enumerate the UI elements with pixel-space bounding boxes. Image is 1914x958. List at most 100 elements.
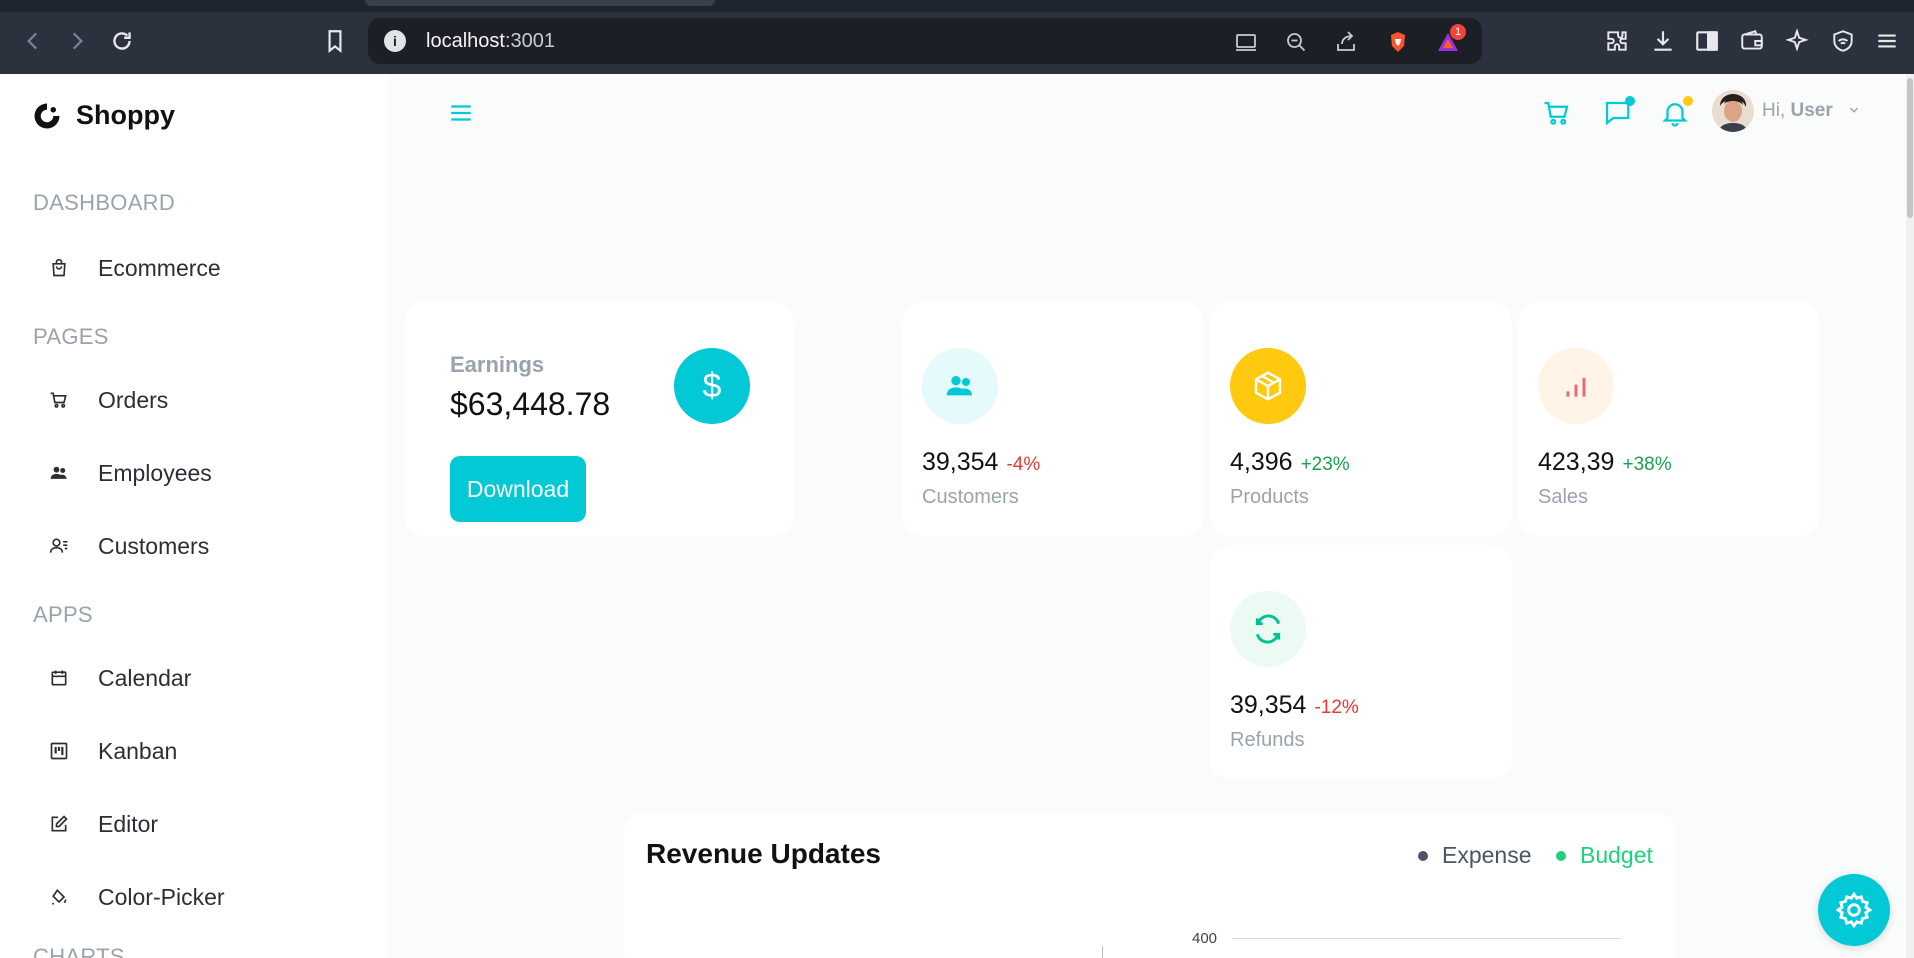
stat-value: 39,354 -12% xyxy=(1230,691,1359,719)
legend-dot xyxy=(1418,850,1428,861)
legend-expense: Expense xyxy=(1418,842,1532,869)
sidebar-toggle-icon[interactable] xyxy=(1692,26,1722,56)
notification-badge: 1 xyxy=(1450,24,1466,40)
brave-rewards-icon[interactable]: 1 xyxy=(1434,24,1466,56)
calendar-icon xyxy=(48,667,70,689)
cart-icon[interactable] xyxy=(1540,96,1574,130)
brand-name: Shoppy xyxy=(76,100,175,130)
menu-icon[interactable] xyxy=(1872,26,1902,56)
stat-label: Sales xyxy=(1538,486,1589,508)
stat-change: -4% xyxy=(1006,454,1041,475)
user-greeting[interactable]: Hi, User xyxy=(1762,100,1833,122)
legend-budget: Budget xyxy=(1556,842,1653,869)
chat-badge xyxy=(1625,96,1635,106)
sidebar-item-customers[interactable]: Customers xyxy=(48,526,209,566)
shoppy-logo-icon xyxy=(34,103,60,128)
stat-value: 423,39 +38% xyxy=(1538,448,1672,476)
stat-value: 4,396 +23% xyxy=(1230,448,1350,476)
stat-change: -12% xyxy=(1314,697,1359,718)
scrollbar-thumb[interactable] xyxy=(1907,78,1913,218)
section-apps: APPS xyxy=(33,602,93,627)
browser-toolbar: i localhost:3001 1 xyxy=(0,0,1914,74)
chevron-down-icon[interactable] xyxy=(1847,103,1861,117)
chat-icon[interactable] xyxy=(1600,96,1635,130)
stat-card-sales: 423,39 +38% Sales xyxy=(1518,302,1820,536)
earnings-card: Earnings $63,448.78 $ Download xyxy=(404,302,794,536)
stat-value: 39,354 -4% xyxy=(922,448,1041,476)
sidebar-item-label: Editor xyxy=(98,810,159,837)
notification-badge xyxy=(1683,96,1693,106)
cast-icon[interactable] xyxy=(1232,28,1260,56)
settings-button[interactable] xyxy=(1818,874,1890,946)
sidebar-item-label: Customers xyxy=(98,532,210,559)
axis-tick xyxy=(1102,946,1103,958)
sidebar-item-employees[interactable]: Employees xyxy=(48,453,212,493)
revenue-title: Revenue Updates xyxy=(646,838,881,869)
sidebar: Shoppy DASHBOARD Ecommerce PAGES Orders … xyxy=(0,74,388,958)
stat-label: Refunds xyxy=(1230,729,1305,751)
users-icon[interactable] xyxy=(922,348,998,424)
sidebar-item-color-picker[interactable]: Color-Picker xyxy=(48,877,225,917)
zoom-out-icon[interactable] xyxy=(1282,28,1310,56)
earnings-value: $63,448.78 xyxy=(450,386,611,422)
box-icon[interactable] xyxy=(1230,348,1306,424)
customers-icon xyxy=(48,535,70,557)
grid-line xyxy=(1232,938,1622,939)
wallet-icon[interactable] xyxy=(1737,26,1767,56)
stat-card-products: 4,396 +23% Products xyxy=(1210,302,1512,536)
url-text[interactable]: localhost:3001 xyxy=(426,30,555,53)
sidebar-item-label: Color-Picker xyxy=(98,883,225,910)
brave-shield-icon[interactable] xyxy=(1384,28,1412,56)
tab-strip xyxy=(0,0,1914,12)
sidebar-item-editor[interactable]: Editor xyxy=(48,804,158,844)
legend-dot xyxy=(1556,850,1566,861)
dollar-icon[interactable]: $ xyxy=(674,348,750,424)
shopping-bag-icon xyxy=(48,257,70,279)
paint-bucket-icon xyxy=(48,886,70,908)
notification-bell-icon[interactable] xyxy=(1658,96,1693,130)
menu-toggle-icon[interactable] xyxy=(448,100,474,126)
sidebar-item-ecommerce[interactable]: Ecommerce xyxy=(48,248,221,288)
stat-label: Customers xyxy=(922,486,1019,508)
brand-logo[interactable]: Shoppy xyxy=(32,100,175,131)
stat-card-customers: 39,354 -4% Customers xyxy=(902,302,1204,536)
gear-icon xyxy=(1835,891,1873,929)
avatar[interactable] xyxy=(1712,90,1754,132)
reload-icon[interactable] xyxy=(107,26,137,56)
revenue-updates-card: Revenue Updates Expense Budget 400 xyxy=(624,812,1676,958)
stat-change: +38% xyxy=(1622,454,1672,475)
sidebar-item-orders[interactable]: Orders xyxy=(48,380,168,420)
kanban-icon xyxy=(48,740,70,762)
bookmark-icon[interactable] xyxy=(320,26,350,56)
sidebar-item-calendar[interactable]: Calendar xyxy=(48,658,191,698)
bar-chart-icon[interactable] xyxy=(1538,348,1614,424)
back-icon[interactable] xyxy=(18,26,48,56)
sidebar-item-label: Ecommerce xyxy=(98,254,221,281)
sidebar-item-label: Orders xyxy=(98,386,169,413)
refresh-icon[interactable] xyxy=(1230,591,1306,667)
section-dashboard: DASHBOARD xyxy=(33,190,176,215)
extensions-icon[interactable] xyxy=(1602,26,1632,56)
forward-icon[interactable] xyxy=(62,26,92,56)
sidebar-item-label: Employees xyxy=(98,459,212,486)
stat-label: Products xyxy=(1230,486,1309,508)
earnings-title: Earnings xyxy=(450,352,545,377)
edit-icon xyxy=(48,813,70,835)
active-tab[interactable] xyxy=(365,0,715,6)
sidebar-item-kanban[interactable]: Kanban xyxy=(48,731,177,771)
download-icon[interactable] xyxy=(1648,26,1678,56)
stat-change: +23% xyxy=(1300,454,1350,475)
leo-ai-icon[interactable] xyxy=(1782,26,1812,56)
site-info-icon[interactable]: i xyxy=(384,30,406,52)
section-charts: CHARTS xyxy=(33,944,125,958)
y-axis-label: 400 xyxy=(1192,930,1218,947)
sidebar-item-label: Calendar xyxy=(98,664,192,691)
sidebar-item-label: Kanban xyxy=(98,737,178,764)
stat-card-refunds: 39,354 -12% Refunds xyxy=(1210,545,1512,779)
address-bar[interactable]: i localhost:3001 1 xyxy=(368,18,1482,64)
download-button[interactable]: Download xyxy=(450,456,586,522)
section-pages: PAGES xyxy=(33,324,109,349)
vpn-icon[interactable] xyxy=(1828,26,1858,56)
employees-icon xyxy=(48,462,70,484)
share-icon[interactable] xyxy=(1332,28,1360,56)
